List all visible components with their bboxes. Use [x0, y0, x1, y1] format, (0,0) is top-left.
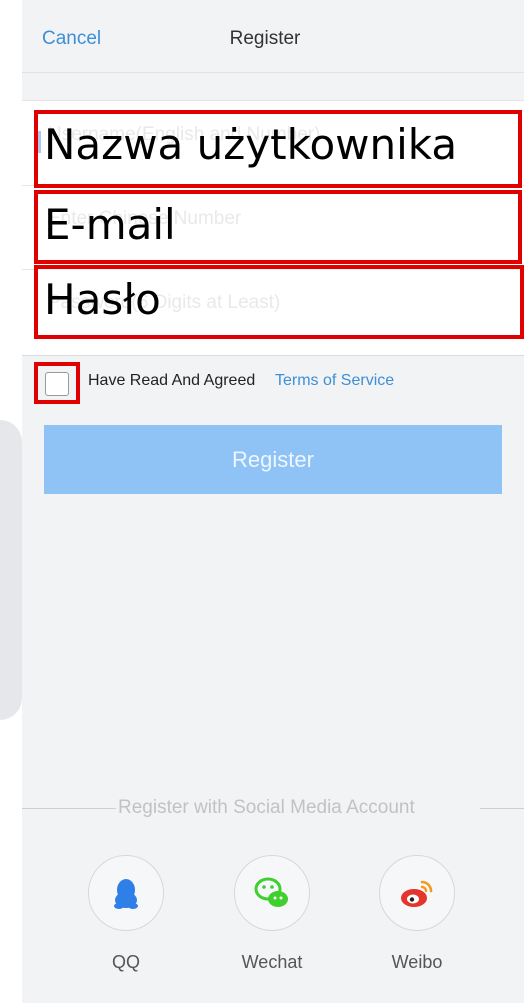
- password-annotation-label: Hasło: [44, 275, 161, 324]
- email-annotation-label: E-mail: [44, 200, 176, 249]
- background-decoration: [0, 420, 22, 720]
- checkbox-highlight: [34, 362, 80, 404]
- social-qq-button[interactable]: QQ: [87, 855, 165, 973]
- terms-checkbox[interactable]: [45, 372, 69, 396]
- qq-label: QQ: [111, 952, 140, 972]
- terms-agreement: Have Read And Agreed Terms of Service: [22, 362, 524, 404]
- password-annotation: Hasło: [34, 265, 524, 339]
- divider-line-right: [480, 808, 524, 809]
- qq-penguin-icon: [114, 879, 138, 909]
- wechat-icon-circle[interactable]: [234, 855, 310, 931]
- weibo-icon-circle[interactable]: [379, 855, 455, 931]
- qq-icon-circle[interactable]: [88, 855, 164, 931]
- username-annotation-label: Nazwa użytkownika: [44, 120, 458, 169]
- agreement-text: Have Read And Agreed: [88, 372, 256, 389]
- social-heading: Register with Social Media Account: [118, 797, 415, 818]
- register-button[interactable]: Register: [44, 425, 502, 494]
- wechat-label: Wechat: [241, 952, 303, 972]
- terms-of-service-link[interactable]: Terms of Service: [275, 372, 394, 390]
- social-weibo-button[interactable]: Weibo: [378, 855, 456, 973]
- weibo-icon: [401, 880, 433, 907]
- social-wechat-button[interactable]: Wechat: [233, 855, 311, 973]
- divider-line-left: [22, 808, 116, 809]
- navigation-bar: Cancel Register: [22, 0, 524, 73]
- wechat-icon: [254, 877, 288, 907]
- weibo-label: Weibo: [391, 952, 443, 972]
- register-screen: Cancel Register Nazwa użytkownika E-mail…: [22, 0, 524, 1003]
- page-title-text: Register: [229, 28, 301, 49]
- page-title: Register: [22, 28, 524, 50]
- social-divider: Register with Social Media Account: [22, 796, 524, 822]
- username-annotation: Nazwa użytkownika: [34, 110, 522, 188]
- email-annotation: E-mail: [34, 190, 522, 264]
